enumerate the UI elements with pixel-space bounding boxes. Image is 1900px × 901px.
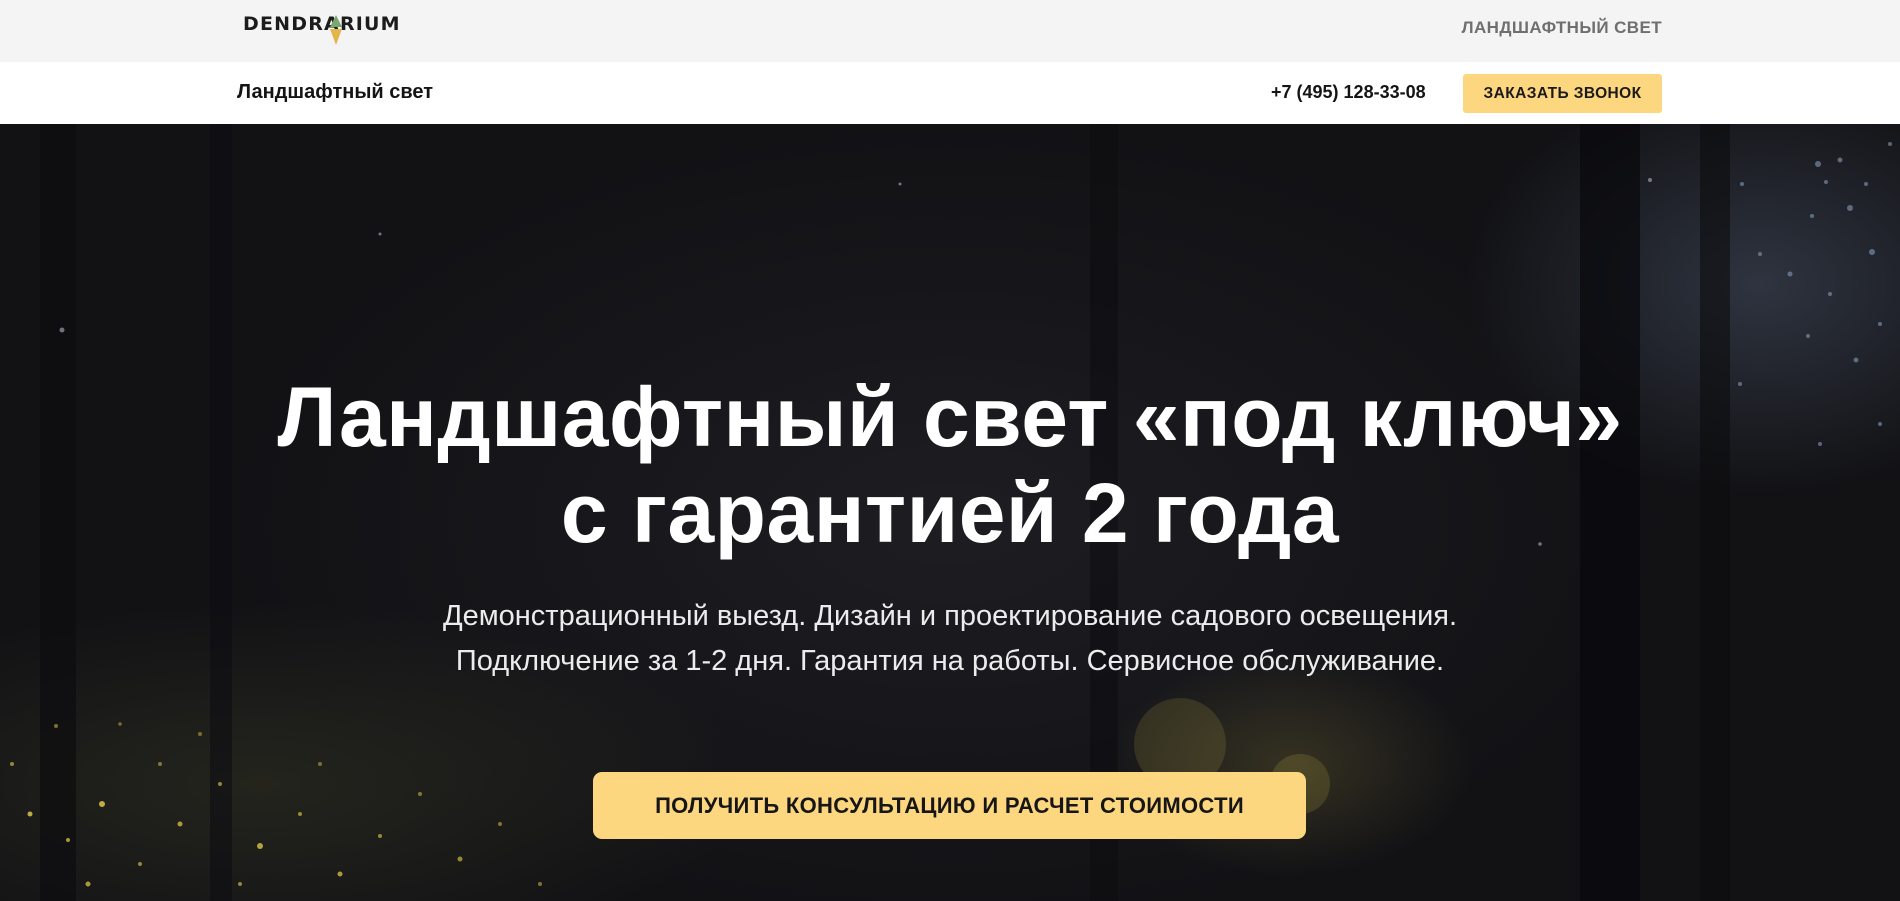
nav-bar: Ландшафтный свет +7 (495) 128-33-08 ЗАКА…	[0, 62, 1900, 124]
hero-title: Ландшафтный свет «под ключ» с гарантией …	[277, 370, 1623, 560]
topbar-link-landscape-light[interactable]: ЛАНДШАФТНЫЙ СВЕТ	[1462, 18, 1662, 38]
hero-section: Ландшафтный свет «под ключ» с гарантией …	[0, 124, 1900, 901]
phone-link[interactable]: +7 (495) 128-33-08	[1271, 82, 1426, 103]
get-consultation-button[interactable]: ПОЛУЧИТЬ КОНСУЛЬТАЦИЮ И РАСЧЕТ СТОИМОСТИ	[593, 772, 1306, 839]
dendrarium-logo[interactable]: DENDRARIUM	[243, 12, 401, 46]
logo-leaf-icon	[330, 15, 342, 45]
nav-page-title: Ландшафтный свет	[237, 81, 434, 103]
hero-subtitle: Демонстрационный выезд. Дизайн и проекти…	[442, 600, 1458, 677]
request-callback-button[interactable]: ЗАКАЗАТЬ ЗВОНОК	[1463, 74, 1662, 113]
logo-wordmark: DENDRARIUM	[243, 13, 401, 35]
top-bar: DENDRARIUM ЛАНДШАФТНЫЙ СВЕТ	[0, 0, 1900, 62]
